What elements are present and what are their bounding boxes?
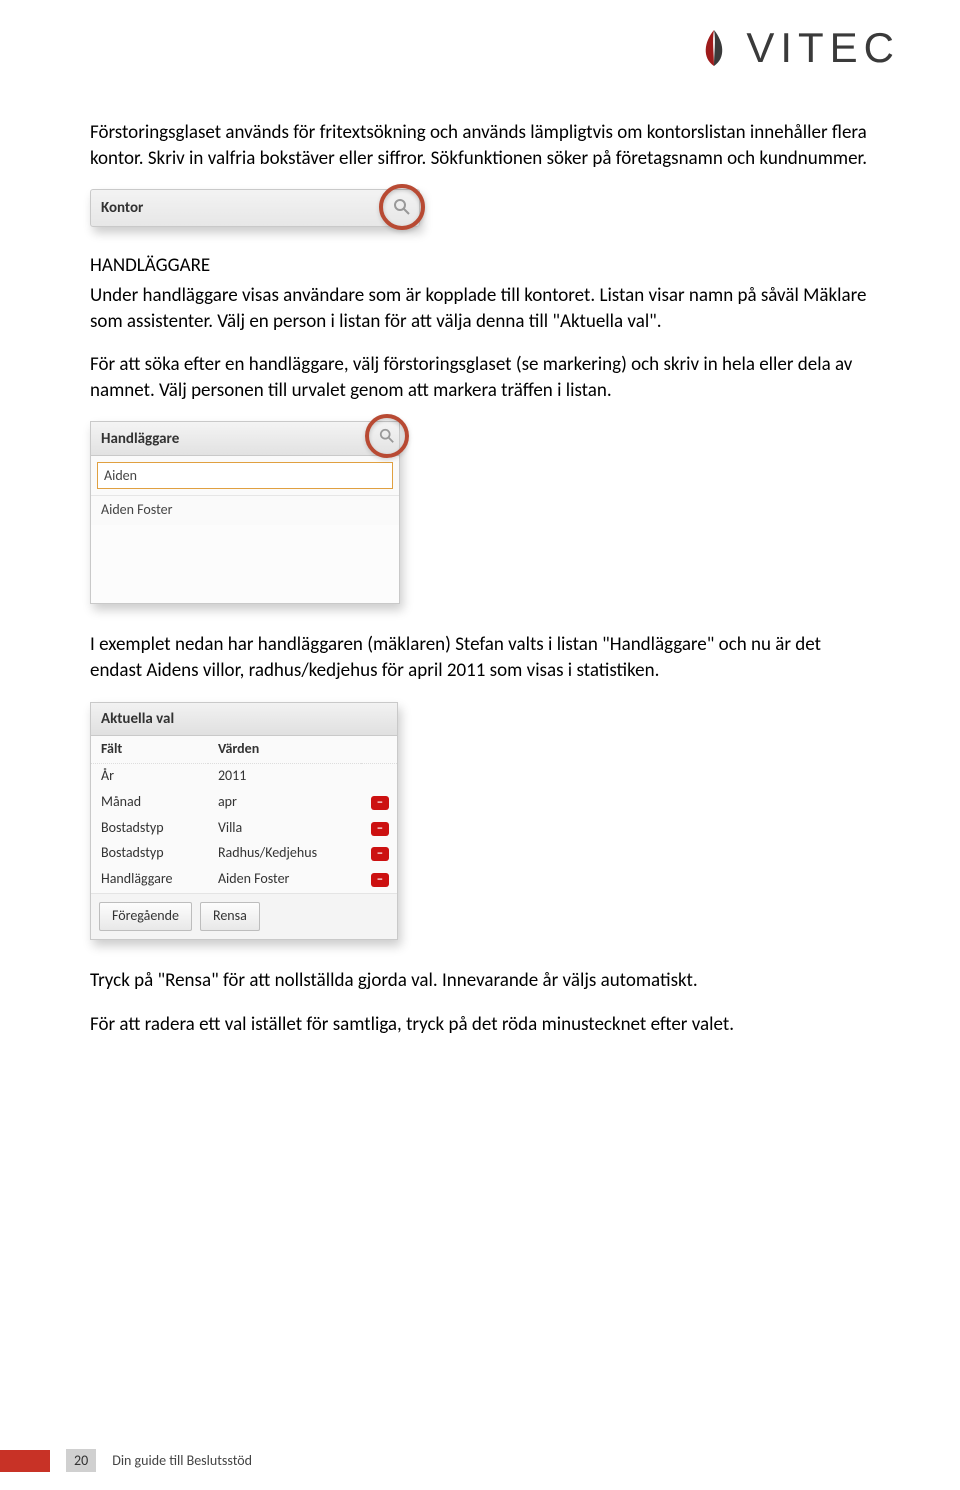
table-header-field: Fält	[91, 736, 208, 763]
kontor-label: Kontor	[91, 190, 153, 226]
table-cell-remove[interactable]: −	[361, 867, 397, 893]
handlaggare-search-input[interactable]: Aiden	[97, 462, 393, 489]
footer-red-bar	[0, 1450, 50, 1472]
table-cell-field: Handläggare	[91, 867, 208, 893]
table-row: BostadstypRadhus/Kedjehus−	[91, 841, 397, 867]
paragraph: Under handläggare visas användare som är…	[90, 283, 870, 334]
search-icon	[379, 428, 395, 444]
table-header-value: Värden	[208, 736, 361, 763]
paragraph: Tryck på "Rensa" för att nollställda gjo…	[90, 968, 870, 994]
table-cell-field: Månad	[91, 789, 208, 815]
table-row: BostadstypVilla−	[91, 815, 397, 841]
table-cell-value: Aiden Foster	[208, 867, 361, 893]
table-cell-value: apr	[208, 789, 361, 815]
paragraph: För att söka efter en handläggare, välj …	[90, 352, 870, 403]
prev-button[interactable]: Föregående	[99, 902, 192, 931]
magnify-highlight-circle	[365, 414, 409, 458]
brand-name: VITEC	[746, 24, 900, 72]
table-cell-remove	[361, 763, 397, 789]
search-icon	[393, 198, 411, 216]
minus-icon[interactable]: −	[371, 822, 389, 836]
magnify-highlight-circle	[379, 184, 425, 230]
aktuella-button-row: Föregående Rensa	[91, 893, 397, 939]
search-input-value: Aiden	[104, 467, 137, 486]
aktuella-val-title: Aktuella val	[91, 703, 397, 736]
table-cell-field: År	[91, 763, 208, 789]
handlaggare-panel: Handläggare Aiden Aiden Foster	[90, 421, 400, 604]
section-heading-handlaggare: HANDLÄGGARE	[90, 253, 870, 279]
leaf-icon	[692, 26, 736, 70]
handlaggare-panel-title: Handläggare	[101, 429, 179, 449]
minus-icon[interactable]: −	[371, 847, 389, 861]
page-footer: 20 Din guide till Beslutsstöd	[0, 1449, 252, 1472]
paragraph: I exemplet nedan har handläggaren (mäkla…	[90, 632, 870, 683]
aktuella-val-table: Fält Värden År2011Månadapr−BostadstypVil…	[91, 736, 397, 893]
table-cell-field: Bostadstyp	[91, 841, 208, 867]
search-result-row[interactable]: Aiden Foster	[91, 495, 399, 525]
minus-icon[interactable]: −	[371, 796, 389, 810]
empty-space	[91, 525, 399, 603]
table-cell-value: 2011	[208, 763, 361, 789]
document-body: Förstoringsglaset används för fritextsök…	[90, 20, 870, 1037]
minus-icon[interactable]: −	[371, 873, 389, 887]
table-cell-remove[interactable]: −	[361, 789, 397, 815]
table-cell-remove[interactable]: −	[361, 841, 397, 867]
page-number: 20	[66, 1449, 96, 1472]
table-cell-remove[interactable]: −	[361, 815, 397, 841]
table-row: Månadapr−	[91, 789, 397, 815]
table-cell-field: Bostadstyp	[91, 815, 208, 841]
kontor-search-bar: Kontor	[90, 189, 420, 227]
page-container: VITEC Förstoringsglaset används för frit…	[0, 0, 960, 1490]
table-cell-value: Villa	[208, 815, 361, 841]
brand-logo: VITEC	[692, 24, 900, 72]
clear-button[interactable]: Rensa	[200, 902, 260, 931]
aktuella-val-panel: Aktuella val Fält Värden År2011Månadapr−…	[90, 702, 398, 940]
paragraph: För att radera ett val istället för samt…	[90, 1012, 870, 1038]
table-cell-value: Radhus/Kedjehus	[208, 841, 361, 867]
paragraph: Förstoringsglaset används för fritextsök…	[90, 120, 870, 171]
table-row: År2011	[91, 763, 397, 789]
table-row: HandläggareAiden Foster−	[91, 867, 397, 893]
footer-title: Din guide till Beslutsstöd	[112, 1452, 252, 1469]
handlaggare-panel-header: Handläggare	[91, 422, 399, 456]
